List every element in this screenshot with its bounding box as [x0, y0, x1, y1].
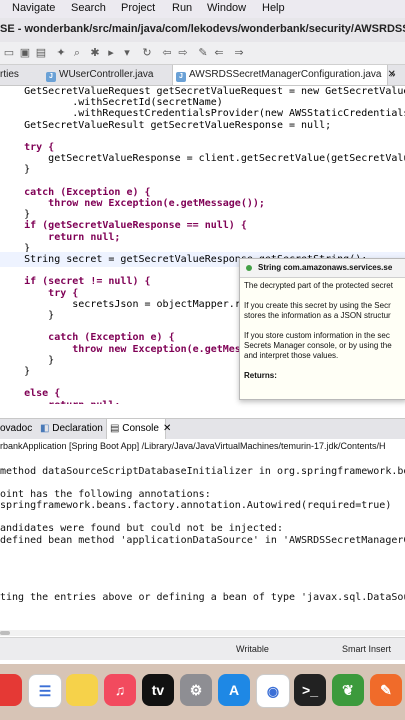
tab-label: »	[390, 69, 396, 80]
system-settings-icon[interactable]: ⚙	[180, 674, 212, 706]
tab-user-controller[interactable]: J WUserController.java	[46, 65, 153, 85]
chrome-icon[interactable]: ◉	[256, 674, 290, 708]
popup-text-line: Secrets Manager console, or by using the	[244, 341, 392, 350]
console-view[interactable]: rbankApplication [Spring Boot App] /Libr…	[0, 439, 405, 631]
save-icon[interactable]: ▣	[18, 46, 32, 60]
java-file-icon: J	[46, 72, 56, 82]
menu-help[interactable]: Help	[262, 2, 285, 14]
console-line: method dataSourceScriptDatabaseInitializ…	[0, 465, 405, 477]
menu-window[interactable]: Window	[207, 2, 246, 14]
pin-icon[interactable]: ✎	[196, 46, 210, 60]
status-bar: Writable Smart Insert	[0, 637, 405, 660]
tab-secret-manager-config[interactable]: J AWSRDSSecretManagerConfiguration.java ✕	[172, 65, 396, 85]
window-title-bar: SE - wonderbank/src/main/java/com/lekode…	[0, 18, 405, 43]
console-launch-label: rbankApplication [Spring Boot App] /Libr…	[0, 441, 386, 451]
popup-text-line: If you store custom information in the s…	[244, 331, 390, 340]
prev-edit-icon[interactable]: ⇦	[160, 46, 174, 60]
external-tools-icon[interactable]: ▾	[120, 46, 134, 60]
open-type-icon[interactable]: ✦	[54, 46, 68, 60]
tab-label: Console	[122, 423, 159, 434]
notes-icon[interactable]	[66, 674, 98, 706]
console-icon: ▤	[110, 423, 120, 434]
tab-overflow[interactable]: »	[390, 65, 396, 85]
console-horizontal-scrollbar[interactable]	[0, 630, 405, 636]
tab-label: ovadoc	[0, 423, 33, 434]
pen-app-icon[interactable]: ✎	[370, 674, 402, 706]
popup-text-line: The decrypted part of the protected secr…	[244, 281, 393, 290]
close-icon[interactable]: ✕	[163, 423, 171, 434]
reminders-icon[interactable]: ☰	[28, 674, 62, 708]
tab-label: AWSRDSSecretManagerConfiguration.java	[189, 69, 382, 80]
menu-navigate[interactable]: Navigate	[12, 2, 55, 14]
music-icon[interactable]: ♫	[104, 674, 136, 706]
tab-javadoc[interactable]: ovadoc	[0, 419, 32, 439]
tab-properties[interactable]: rties	[0, 65, 19, 85]
refresh-icon[interactable]: ↻	[140, 46, 154, 60]
view-tab-bar: ovadoc ◧ Declaration ▤ Console ✕	[0, 418, 405, 440]
tab-declaration[interactable]: ◧ Declaration	[40, 419, 103, 439]
menu-project[interactable]: Project	[121, 2, 155, 14]
status-writable: Writable	[236, 644, 269, 654]
status-insert-mode: Smart Insert	[342, 644, 392, 654]
popup-text-line: Returns:	[244, 371, 277, 380]
tab-label: Declaration	[52, 423, 103, 434]
window-title: SE - wonderbank/src/main/java/com/lekode…	[0, 23, 405, 35]
tab-label: rties	[0, 69, 19, 80]
menu-bar: Navigate Search Project Run Window Help	[0, 0, 405, 18]
back-icon[interactable]: ⇐	[212, 46, 226, 60]
save-all-icon[interactable]: ▤	[34, 46, 48, 60]
java-file-icon: J	[176, 72, 186, 82]
next-edit-icon[interactable]: ⇨	[176, 46, 190, 60]
terminal-icon[interactable]: >_	[294, 674, 326, 706]
declaration-icon: ◧	[40, 423, 50, 434]
console-line: springframework.beans.factory.annotation…	[0, 500, 392, 511]
app-red-icon[interactable]	[0, 674, 22, 706]
scrollbar-thumb[interactable]	[0, 631, 10, 635]
run-icon[interactable]: ▸	[104, 46, 118, 60]
debug-icon[interactable]: ✱	[88, 46, 102, 60]
popup-header: String com.amazonaws.services.se	[240, 259, 405, 278]
app-store-icon[interactable]: A	[218, 674, 250, 706]
spring-tool-suite-icon[interactable]: ❦	[332, 674, 364, 706]
new-file-icon[interactable]: ▭	[2, 46, 16, 60]
dock: ☰ ♫ tv ⚙ A ◉ >_ ❦ ✎	[0, 664, 405, 720]
menu-search[interactable]: Search	[71, 2, 106, 14]
apple-tv-icon[interactable]: tv	[142, 674, 174, 706]
toolbar: ▭ ▣ ▤ ✦ ⌕ ✱ ▸ ▾ ↻ ⇦ ⇨ ✎ ⇐ ⇒	[0, 42, 405, 65]
code-text: return null;	[48, 400, 120, 404]
public-method-icon	[246, 265, 252, 271]
menu-run[interactable]: Run	[172, 2, 192, 14]
popup-text-line: stores the information as a JSON structu…	[244, 311, 391, 320]
popup-text-line: If you create this secret by using the S…	[244, 301, 391, 310]
console-line: ting the entries above or defining a bea…	[0, 592, 405, 603]
editor-tab-bar: rties J WUserController.java J AWSRDSSecre…	[0, 65, 405, 86]
popup-text-line: and interpret those values.	[244, 351, 339, 360]
popup-signature: String com.amazonaws.services.se	[258, 263, 393, 272]
javadoc-hover-popup[interactable]: String com.amazonaws.services.se The dec…	[239, 258, 405, 400]
console-line: defined bean method 'applicationDataSour…	[0, 534, 405, 546]
forward-icon[interactable]: ⇒	[232, 46, 246, 60]
search-icon[interactable]: ⌕	[70, 46, 84, 60]
tab-console[interactable]: ▤ Console ✕	[106, 419, 171, 439]
tab-label: WUserController.java	[59, 69, 154, 80]
